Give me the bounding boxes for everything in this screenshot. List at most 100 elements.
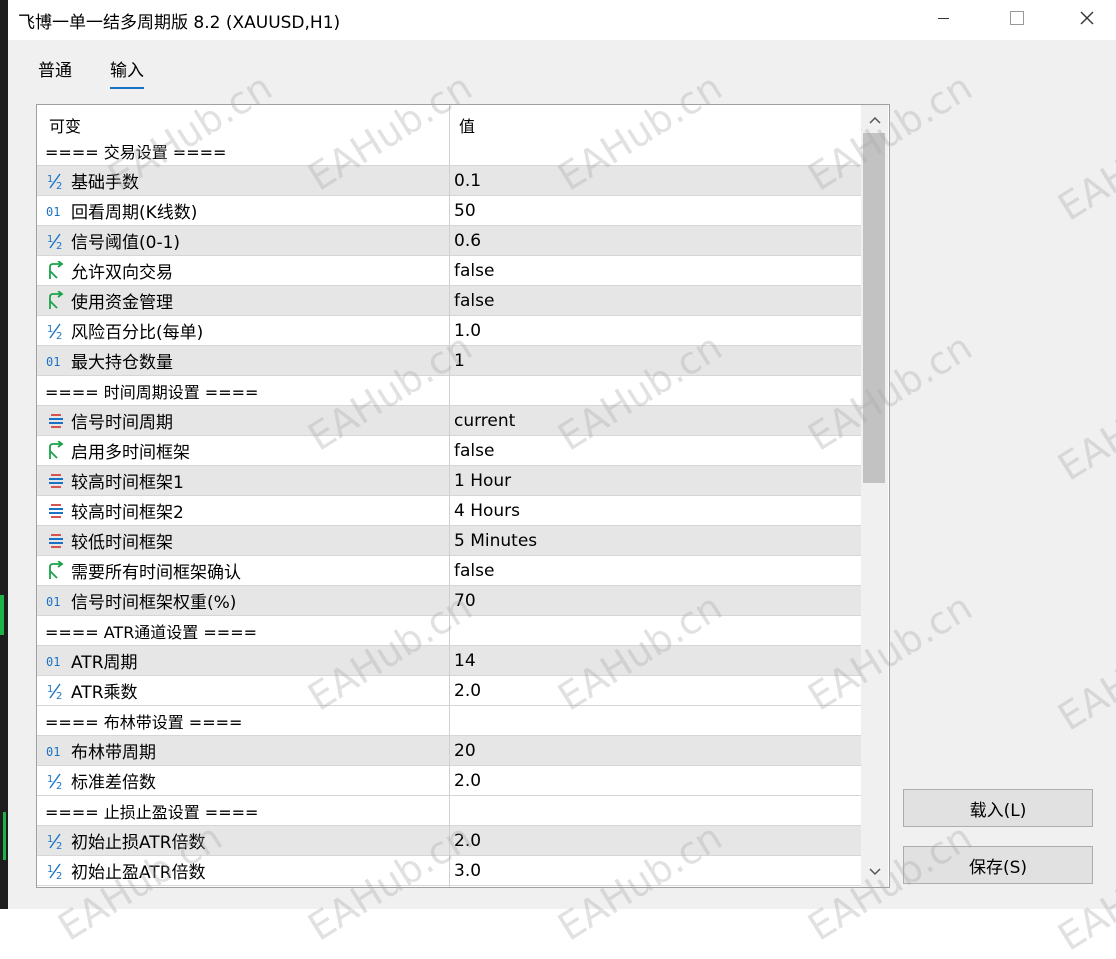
- double-icon: 12: [45, 861, 67, 881]
- parameter-name: 允许双向交易: [71, 263, 173, 283]
- chart-candle: [0, 595, 4, 635]
- parameter-value[interactable]: 2.0: [450, 766, 861, 795]
- svg-text:01: 01: [46, 595, 60, 609]
- svg-text:1: 1: [47, 684, 53, 695]
- parameter-value[interactable]: 70: [450, 586, 861, 615]
- int-icon: 01: [45, 591, 67, 611]
- scroll-thumb[interactable]: [863, 133, 885, 483]
- parameter-name-cell: 允许双向交易: [37, 256, 449, 285]
- section-label: ==== 交易设置 ====: [45, 142, 227, 162]
- save-button[interactable]: 保存(S): [903, 846, 1093, 884]
- parameter-name: 信号阈值(0-1): [71, 233, 181, 253]
- parameter-value[interactable]: 0.6: [450, 226, 861, 255]
- parameter-value[interactable]: 3.0: [450, 856, 861, 885]
- parameter-value[interactable]: false: [450, 286, 861, 315]
- parameter-name: 初始止损ATR倍数: [71, 833, 206, 853]
- parameter-name: 布林带周期: [71, 743, 156, 763]
- parameter-name-cell: 较高时间框架1: [37, 466, 449, 495]
- parameter-name: 使用资金管理: [71, 293, 173, 313]
- properties-dialog: 飞博一单一结多周期版 8.2 (XAUUSD,H1) 普通 输入 可变 值 ==…: [8, 0, 1116, 959]
- parameter-name: 基础手数: [71, 173, 139, 193]
- parameter-value[interactable]: 4 Hours: [450, 496, 861, 525]
- maximize-icon: [1010, 11, 1024, 25]
- chevron-up-icon: [868, 116, 881, 124]
- parameter-value[interactable]: 5 Minutes: [450, 526, 861, 555]
- parameter-name-cell: 较高时间框架2: [37, 496, 449, 525]
- parameter-value[interactable]: 1.0: [450, 316, 861, 345]
- background-chart-strip: [0, 0, 8, 909]
- parameter-name-cell: 01 回看周期(K线数): [37, 196, 449, 225]
- section-value-cell: [450, 706, 861, 735]
- parameter-value[interactable]: current: [450, 406, 861, 435]
- parameter-name: 回看周期(K线数): [71, 203, 198, 223]
- svg-text:01: 01: [46, 655, 60, 669]
- column-header-variable[interactable]: 可变: [49, 113, 81, 137]
- column-header-value[interactable]: 值: [459, 113, 475, 137]
- inputs-grid[interactable]: 可变 值 ==== 交易设置 ==== 1 2 基础手数 0.1 01 回看周期(K线数) 5…: [36, 104, 890, 888]
- svg-text:01: 01: [46, 205, 60, 219]
- section-value-cell: [450, 136, 861, 165]
- watermark-text: EAHub.cn: [1050, 94, 1116, 230]
- double-icon: 12: [45, 231, 67, 251]
- parameter-name-cell: 1 2 ATR乘数: [37, 676, 449, 705]
- parameter-name-cell: 1 2 初始止损ATR倍数: [37, 826, 449, 855]
- parameter-value[interactable]: 50: [450, 196, 861, 225]
- parameter-value[interactable]: 1 Hour: [450, 466, 861, 495]
- parameter-name: ATR乘数: [71, 683, 138, 703]
- title-bar: 飞博一单一结多周期版 8.2 (XAUUSD,H1): [8, 0, 1116, 40]
- parameter-name-cell: 01 信号时间框架权重(%): [37, 586, 449, 615]
- parameter-name: 较低时间框架: [71, 533, 173, 553]
- parameter-name: 标准差倍数: [71, 773, 156, 793]
- enum-icon: [45, 411, 67, 431]
- minimize-button[interactable]: [920, 0, 966, 36]
- double-icon: 12: [45, 771, 67, 791]
- svg-text:2: 2: [56, 781, 62, 791]
- parameter-value[interactable]: 20: [450, 736, 861, 765]
- parameter-name: 信号时间框架权重(%): [71, 593, 237, 613]
- load-button[interactable]: 载入(L): [903, 789, 1093, 827]
- svg-text:2: 2: [56, 841, 62, 851]
- close-button[interactable]: [1064, 0, 1110, 36]
- parameter-value[interactable]: false: [450, 436, 861, 465]
- svg-text:1: 1: [47, 774, 53, 785]
- chart-candle: [3, 812, 6, 860]
- parameter-value[interactable]: 14: [450, 646, 861, 675]
- watermark-text: EAHub.cn: [1050, 354, 1116, 490]
- parameter-value[interactable]: false: [450, 256, 861, 285]
- vertical-scrollbar[interactable]: [861, 105, 888, 887]
- section-cell: ==== 时间周期设置 ====: [37, 376, 449, 405]
- svg-text:1: 1: [47, 234, 53, 245]
- parameter-value[interactable]: 2.0: [450, 826, 861, 855]
- minimize-icon: [937, 17, 949, 19]
- scroll-down-button[interactable]: [861, 861, 888, 883]
- maximize-button[interactable]: [994, 0, 1040, 36]
- window-title: 飞博一单一结多周期版 8.2 (XAUUSD,H1): [18, 13, 341, 33]
- tab-inputs[interactable]: 输入: [110, 56, 144, 89]
- double-icon: 12: [45, 831, 67, 851]
- parameter-name-cell: 1 2 标准差倍数: [37, 766, 449, 795]
- parameter-name: ATR周期: [71, 653, 138, 673]
- svg-text:1: 1: [47, 864, 53, 875]
- parameter-value[interactable]: 1: [450, 346, 861, 375]
- watermark-text: EAHub.cn: [1050, 824, 1116, 959]
- parameter-name: 较高时间框架1: [71, 473, 184, 493]
- scroll-up-button[interactable]: [861, 109, 888, 131]
- parameter-value[interactable]: false: [450, 556, 861, 585]
- parameter-value[interactable]: 2.0: [450, 676, 861, 705]
- bool-icon: [45, 290, 67, 311]
- parameter-name: 较高时间框架2: [71, 503, 184, 523]
- section-value-cell: [450, 616, 861, 645]
- enum-icon: [45, 471, 67, 491]
- parameter-value[interactable]: 0.1: [450, 166, 861, 195]
- parameter-name-cell: 1 2 基础手数: [37, 166, 449, 195]
- double-icon: 12: [45, 681, 67, 701]
- double-icon: 12: [45, 321, 67, 341]
- tab-general[interactable]: 普通: [38, 56, 72, 87]
- parameter-name: 初始止盈ATR倍数: [71, 863, 206, 883]
- parameter-name: 需要所有时间框架确认: [71, 563, 241, 583]
- enum-icon: [45, 501, 67, 521]
- tab-bar: 普通 输入: [8, 40, 1116, 90]
- chevron-down-icon: [868, 868, 881, 876]
- svg-text:01: 01: [46, 355, 60, 369]
- parameter-name: 风险百分比(每单): [71, 323, 204, 343]
